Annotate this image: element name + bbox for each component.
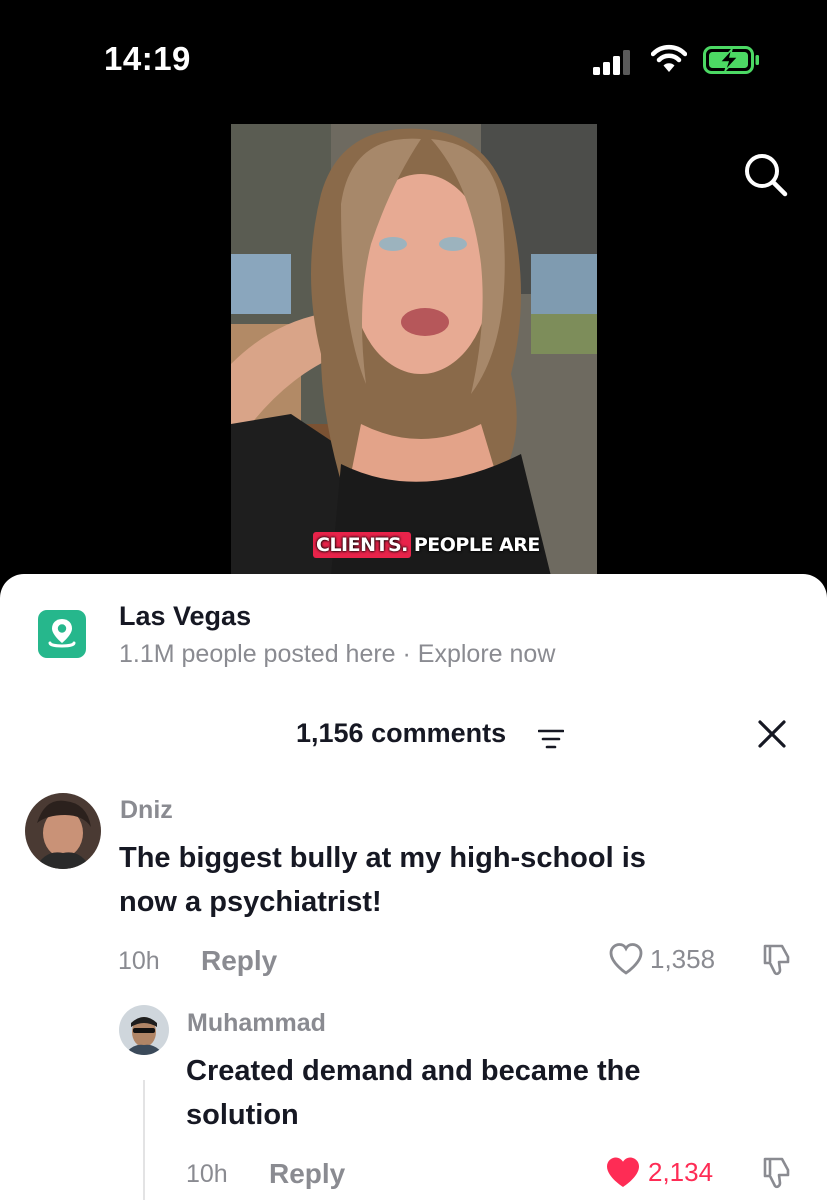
comment-text-line: solution [186,1099,299,1131]
like-count: 2,134 [648,1157,714,1187]
dislike-icon[interactable] [760,942,794,978]
caption-text: PEOPLE ARE [413,534,541,556]
like-button[interactable]: 2,134 [604,1155,713,1190]
thread-line [143,1080,145,1200]
caption-highlight: CLIENTS. [313,532,411,558]
comment-username[interactable]: Muhammad [187,1009,326,1038]
dislike-icon[interactable] [760,1155,794,1191]
comment-text-line: The biggest bully at my high-school is [119,842,646,874]
video-caption: CLIENTS. PEOPLE ARE [313,530,540,560]
close-icon[interactable] [756,718,788,750]
location-pin-icon [38,610,86,658]
reply-button[interactable]: Reply [201,945,277,977]
comment-text: Created demand and became the solution [186,1049,640,1137]
comment-text-line: now a psychiatrist! [119,886,382,918]
comment-timestamp: 10h [118,947,160,975]
avatar[interactable] [119,1005,169,1055]
heart-outline-icon [609,943,643,975]
comment-text: The biggest bully at my high-school is n… [119,836,646,924]
status-time: 14:19 [104,40,191,77]
battery-charging-icon [703,46,759,74]
avatar[interactable] [25,793,101,869]
like-count: 1,358 [650,943,716,974]
video-preview[interactable]: CLIENTS. PEOPLE ARE [231,124,597,576]
location-name[interactable]: Las Vegas [119,601,251,632]
comments-count: 1,156 comments [296,718,507,748]
status-bar: 14:19 [0,0,827,120]
location-subtitle[interactable]: 1.1M people posted here · Explore now [119,640,555,669]
comment-text-line: Created demand and became the [186,1055,641,1087]
like-button[interactable]: 1,358 [608,942,715,976]
search-icon[interactable] [741,150,791,200]
reply-button[interactable]: Reply [269,1158,345,1190]
comment-username[interactable]: Dniz [120,796,173,825]
heart-filled-icon [607,1157,639,1187]
comments-header: 1,156 comments [0,714,827,754]
video-frame-image [231,124,597,576]
cellular-signal-icon [593,50,630,75]
sort-filter-icon[interactable] [538,728,564,750]
comment-timestamp: 10h [186,1160,228,1188]
wifi-icon [651,44,687,72]
